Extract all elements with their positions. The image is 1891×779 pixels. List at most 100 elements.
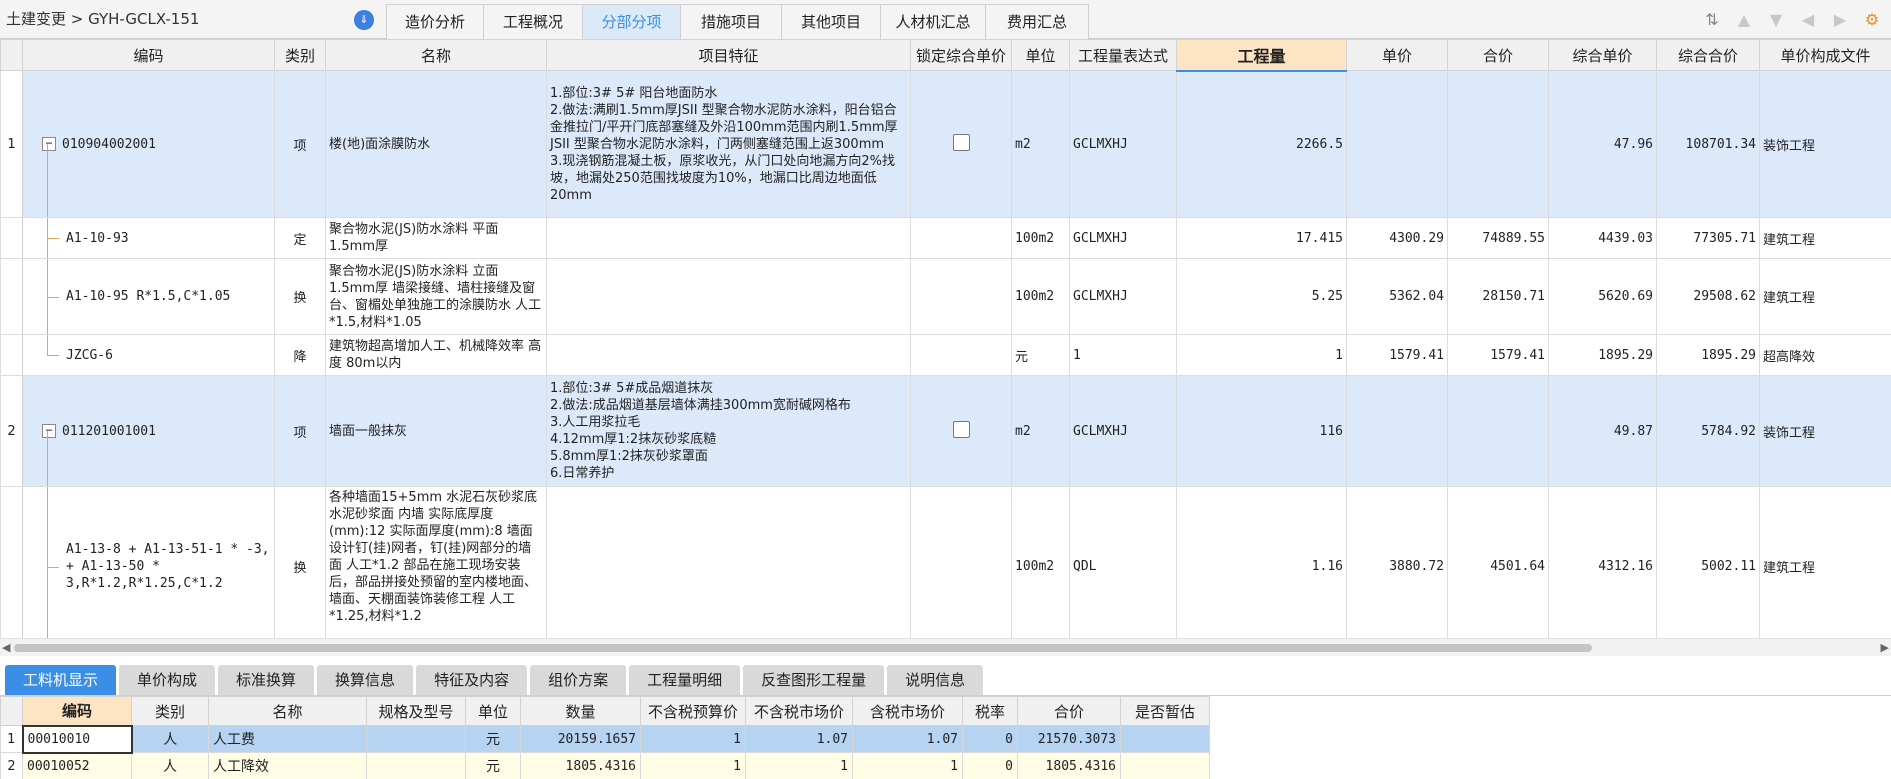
tab-standard-conversion[interactable]: 标准换算 [218,665,315,695]
header-code[interactable]: 编码 [22,39,275,71]
header-comp-price[interactable]: 综合单价 [1548,39,1657,71]
total-cell[interactable]: 1579.41 [1447,334,1549,376]
lock-price-cell[interactable] [910,217,1012,259]
arrow-left-icon[interactable]: ◀ [1797,9,1819,31]
comp-total-cell[interactable]: 77305.71 [1656,217,1760,259]
comp-price-cell[interactable]: 49.87 [1548,375,1657,487]
type-cell[interactable]: 降 [274,334,326,376]
header-unit[interactable]: 单位 [1011,39,1070,71]
collapse-toggle-icon[interactable]: − [42,137,56,151]
lock-price-cell[interactable] [910,486,1012,638]
comp-total-cell[interactable]: 29508.62 [1656,258,1760,335]
type-cell[interactable]: 项 [274,375,326,487]
expr-cell[interactable]: 1 [1069,334,1177,376]
name-cell[interactable]: 各种墙面15+5mm 水泥石灰砂浆底 水泥砂浆面 内墙 实际底厚度(mm):12… [325,486,547,638]
table-row[interactable]: A1-10-93 定 聚合物水泥(JS)防水涂料 平面 1.5mm厚 100m2… [0,217,1891,259]
expr-cell[interactable]: GCLMXHJ [1069,70,1177,218]
table-row[interactable]: 2 00010052 人 人工降效 元 1805.4316 1 1 1 0 18… [0,752,1210,779]
type-cell[interactable]: 项 [274,70,326,218]
header-provisional[interactable]: 是否暂估 [1120,696,1210,726]
lock-checkbox[interactable] [952,133,970,151]
lock-price-cell[interactable] [910,70,1012,218]
name-cell[interactable]: 聚合物水泥(JS)防水涂料 立面 1.5mm厚 墙梁接缝、墙柱接缝及窗台、窗楣处… [325,258,547,335]
expr-cell[interactable]: GCLMXHJ [1069,375,1177,487]
qty-cell[interactable]: 116 [1176,375,1347,487]
settings-panel-icon[interactable]: ⚙ [1861,9,1883,31]
tax-market-cell[interactable]: 1.07 [852,725,963,753]
type-cell[interactable]: 定 [274,217,326,259]
code-cell[interactable]: −011201001001 [22,375,275,487]
pretax-budget-cell[interactable]: 1 [640,725,746,753]
provisional-cell[interactable] [1120,725,1210,753]
table-row[interactable]: 1 00010010 人 人工费 元 20159.1657 1 1.07 1.0… [0,724,1210,754]
name-cell[interactable]: 人工费 [208,725,367,753]
tab-labor-material-summary[interactable]: 人材机汇总 [880,4,986,39]
code-cell[interactable]: A1-13-8 + A1-13-51-1 * -3, + A1-13-50 * … [22,486,275,638]
comp-price-cell[interactable]: 4312.16 [1548,486,1657,638]
comp-price-cell[interactable]: 1895.29 [1548,334,1657,376]
code-cell[interactable]: −010904002001 [22,70,275,218]
price-file-cell[interactable]: 建筑工程 [1759,486,1891,638]
comp-total-cell[interactable]: 1895.29 [1656,334,1760,376]
provisional-cell[interactable] [1120,752,1210,779]
tab-cost-analysis[interactable]: 造价分析 [386,4,484,39]
type-cell[interactable]: 人 [131,725,209,753]
qty-cell[interactable]: 2266.5 [1176,70,1347,218]
name-cell[interactable]: 人工降效 [208,752,367,779]
qty-cell[interactable]: 1805.4316 [520,752,641,779]
horizontal-scrollbar[interactable]: ◀ ▶ [0,638,1891,656]
table-row[interactable]: A1-10-95 R*1.5,C*1.05 换 聚合物水泥(JS)防水涂料 立面… [0,258,1891,335]
spec-cell[interactable] [366,752,466,779]
header-comp-total[interactable]: 综合合价 [1656,39,1760,71]
comp-price-cell[interactable]: 5620.69 [1548,258,1657,335]
total-cell[interactable]: 21570.3073 [1017,725,1121,753]
price-cell[interactable] [1346,70,1448,218]
arrow-right-icon[interactable]: ▶ [1829,9,1851,31]
qty-cell[interactable]: 1 [1176,334,1347,376]
spec-cell[interactable] [366,725,466,753]
header-total[interactable]: 合价 [1017,696,1121,726]
qty-cell[interactable]: 20159.1657 [520,725,641,753]
total-cell[interactable] [1447,375,1549,487]
header-tax-rate[interactable]: 税率 [962,696,1018,726]
tab-reverse-graphic-quantity[interactable]: 反查图形工程量 [743,665,885,695]
pretax-market-cell[interactable]: 1.07 [745,725,853,753]
tab-labor-material-display[interactable]: 工料机显示 [5,665,117,695]
scroll-left-icon[interactable]: ◀ [2,641,10,654]
header-qty-expr[interactable]: 工程量表达式 [1069,39,1177,71]
header-pretax-budget[interactable]: 不含税预算价 [640,696,746,726]
sort-icon[interactable]: ⇅ [1701,9,1723,31]
code-cell[interactable]: 00010010 [21,724,133,754]
pretax-budget-cell[interactable]: 1 [640,752,746,779]
type-cell[interactable]: 换 [274,258,326,335]
scroll-right-icon[interactable]: ▶ [1881,641,1889,654]
total-cell[interactable] [1447,70,1549,218]
header-qty[interactable]: 工程量 [1176,39,1347,72]
scrollbar-thumb[interactable] [14,644,1592,652]
price-file-cell[interactable]: 建筑工程 [1759,217,1891,259]
type-cell[interactable]: 换 [274,486,326,638]
unit-cell[interactable]: 元 [465,725,521,753]
code-cell[interactable]: 00010052 [22,752,132,779]
total-cell[interactable]: 74889.55 [1447,217,1549,259]
price-file-cell[interactable]: 建筑工程 [1759,258,1891,335]
name-cell[interactable]: 聚合物水泥(JS)防水涂料 平面 1.5mm厚 [325,217,547,259]
unit-cell[interactable]: 100m2 [1011,258,1070,335]
unit-cell[interactable]: 元 [1011,334,1070,376]
total-cell[interactable]: 1805.4316 [1017,752,1121,779]
comp-total-cell[interactable]: 108701.34 [1656,70,1760,218]
header-type[interactable]: 类别 [274,39,326,71]
move-up-icon[interactable]: ▲ [1733,9,1755,31]
header-name[interactable]: 名称 [208,696,367,726]
qty-cell[interactable]: 17.415 [1176,217,1347,259]
chevron-down-double-icon[interactable]: ⇓ [354,10,374,30]
tab-features-content[interactable]: 特征及内容 [416,665,528,695]
tab-measures[interactable]: 措施项目 [680,4,782,39]
unit-cell[interactable]: 100m2 [1011,486,1070,638]
table-row[interactable]: 1 −010904002001 项 楼(地)面涂膜防水 1.部位:3# 5# 阳… [0,70,1891,218]
lock-price-cell[interactable] [910,334,1012,376]
total-cell[interactable]: 4501.64 [1447,486,1549,638]
tab-fee-summary[interactable]: 费用汇总 [985,4,1089,39]
feature-cell[interactable] [546,486,911,638]
header-qty[interactable]: 数量 [520,696,641,726]
